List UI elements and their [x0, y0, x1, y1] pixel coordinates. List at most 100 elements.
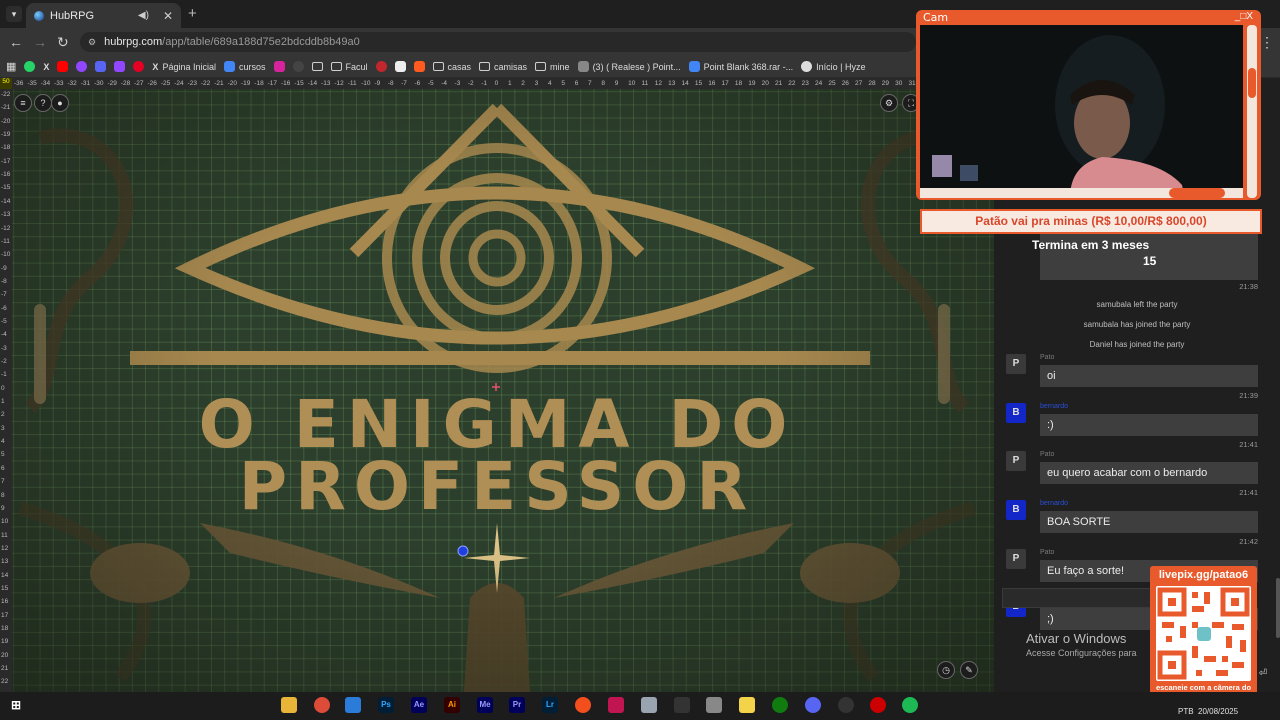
notion-icon[interactable]: [394, 61, 406, 72]
bookmark-red-icon[interactable]: [375, 61, 387, 72]
ruler-top-tick: 7: [588, 80, 592, 87]
edit-icon[interactable]: ✎: [960, 661, 978, 679]
twitch-icon[interactable]: [114, 61, 126, 72]
xbox-icon[interactable]: [772, 697, 788, 713]
discord-taskbar-icon[interactable]: [805, 697, 821, 713]
after-effects-icon[interactable]: Ae: [411, 697, 427, 713]
ruler-top-tick: 15: [694, 80, 703, 87]
address-bar[interactable]: ⚙ hubrpg.com/app/table/689a188d75e2bdcdd…: [80, 32, 916, 52]
donation-goal-banner: Patão vai pra minas (R$ 10,00/R$ 800,00): [920, 209, 1262, 234]
ruler-left-tick: -7: [1, 291, 7, 299]
browser-menu-icon[interactable]: ⋮: [1260, 34, 1274, 51]
ruler-top-tick: -1: [481, 80, 488, 87]
whatsapp-icon[interactable]: [24, 61, 36, 72]
ruler-left-tick: -20: [1, 117, 11, 125]
tab-audio-icon[interactable]: ◀): [138, 10, 149, 21]
bookmark-hyze[interactable]: Início | Hyze: [801, 61, 866, 72]
new-tab-button[interactable]: +: [188, 5, 197, 22]
menu-icon[interactable]: ≡: [14, 94, 32, 112]
lightroom-icon[interactable]: Lr: [542, 697, 558, 713]
browser-tab[interactable]: HubRPG ◀) ✕: [26, 3, 181, 28]
hubrpg-favicon-icon: [34, 10, 44, 21]
apps-grid-icon[interactable]: ▦: [6, 60, 16, 73]
cam-hscroll-thumb[interactable]: [1169, 188, 1225, 198]
calculator-icon[interactable]: [641, 697, 657, 713]
instagram-icon[interactable]: [273, 61, 285, 72]
record-icon[interactable]: ●: [51, 94, 69, 112]
avatar[interactable]: P: [1006, 354, 1026, 374]
site-info-icon[interactable]: ⚙: [88, 37, 96, 48]
livepix-url: livepix.gg/patao6: [1158, 569, 1249, 581]
ruler-corner: 50: [0, 78, 12, 89]
bookmark-mine[interactable]: mine: [535, 62, 570, 72]
help-icon[interactable]: ?: [34, 94, 52, 112]
bookmark-facul[interactable]: Facul: [330, 62, 368, 72]
ruler-top-tick: 22: [788, 80, 796, 87]
avatar[interactable]: P: [1006, 451, 1026, 471]
pinterest-icon[interactable]: [133, 61, 145, 72]
ruler-top: -36 -35 -34 -33 -32 -31 -30 -29 -28 -27 -26 -25 -24-…: [0, 78, 994, 89]
avatar[interactable]: B: [1006, 500, 1026, 520]
send-icon[interactable]: ⏎: [1256, 668, 1270, 682]
language-indicator[interactable]: PTB: [1178, 707, 1194, 716]
ruler-top-tick: -34: [40, 80, 51, 87]
chat-scrollbar[interactable]: [1276, 578, 1280, 638]
cam-scrollbar[interactable]: [1247, 25, 1257, 198]
game-map[interactable]: O ENIGMA DO PROFESSOR -36 -35 -34 -33 -32 -31…: [0, 78, 994, 692]
back-icon[interactable]: ←: [9, 34, 23, 50]
vscode-icon[interactable]: [345, 697, 361, 713]
bookmark-camisas[interactable]: camisas: [479, 62, 527, 72]
ruler-top-tick: -15: [294, 80, 304, 87]
media-encoder-icon[interactable]: Me: [477, 697, 493, 713]
close-tab-icon[interactable]: ✕: [163, 9, 173, 23]
ruler-left-tick: 12: [1, 544, 9, 552]
terminal-icon[interactable]: [674, 697, 690, 713]
bookmark-point-blank[interactable]: Point Blank 368.rar -...: [688, 61, 793, 72]
spotify-icon[interactable]: [902, 697, 918, 713]
ruler-left-tick: 19: [1, 638, 9, 646]
record-app-icon[interactable]: [870, 697, 886, 713]
bookmark-pagina-inicial[interactable]: X Página Inicial: [152, 62, 216, 72]
cam-scroll-thumb[interactable]: [1248, 68, 1256, 98]
system-date[interactable]: 20/08/2025: [1198, 707, 1238, 716]
ruler-top-tick: -19: [240, 80, 251, 87]
ruler-left-tick: 2: [1, 411, 5, 419]
ruler-left-tick: 4: [1, 438, 5, 446]
extension-icon[interactable]: [76, 61, 88, 72]
folder-icon[interactable]: [311, 62, 323, 71]
premiere-icon[interactable]: Pr: [509, 697, 525, 713]
sticky-notes-icon[interactable]: [739, 697, 755, 713]
obs-icon[interactable]: [838, 697, 854, 713]
ruler-left-tick: 18: [1, 625, 9, 632]
avatar[interactable]: B: [1006, 403, 1026, 423]
app-icon[interactable]: [706, 697, 722, 713]
bookmark-cursos[interactable]: cursos: [223, 61, 266, 72]
cam-overlay[interactable]: Cam _□X: [916, 10, 1261, 200]
avatar[interactable]: P: [1006, 549, 1026, 569]
chrome-icon[interactable]: [314, 697, 330, 713]
illustrator-icon[interactable]: Ai: [444, 697, 460, 713]
figma-icon[interactable]: [575, 697, 591, 713]
app-icon[interactable]: [608, 697, 624, 713]
github-icon[interactable]: [292, 61, 304, 72]
youtube-icon[interactable]: [57, 61, 69, 72]
ruler-top-tick: 18: [734, 80, 743, 87]
x-icon[interactable]: X: [43, 62, 49, 72]
ruler-left-tick: 20: [1, 651, 9, 659]
windows-start-icon[interactable]: ⊞: [8, 697, 24, 713]
photoshop-icon[interactable]: Ps: [378, 697, 394, 713]
ruler-top-tick: -17: [267, 80, 278, 87]
file-explorer-icon[interactable]: [281, 697, 297, 713]
reload-icon[interactable]: ↻: [57, 34, 69, 51]
ruler-top-tick: -26: [147, 80, 157, 87]
bookmark-realese[interactable]: (3) ( Realese ) Point...: [577, 61, 681, 72]
bookmark-orange-icon[interactable]: [413, 61, 425, 72]
discord-icon[interactable]: [95, 61, 107, 72]
bookmark-casas[interactable]: casas: [432, 62, 471, 72]
forward-icon[interactable]: →: [33, 34, 47, 50]
tab-search-icon[interactable]: ▾: [6, 6, 22, 22]
ruler-top-tick: 28: [868, 80, 876, 87]
cam-window-controls[interactable]: _□X: [1235, 11, 1253, 22]
history-icon[interactable]: ◷: [937, 661, 955, 679]
settings-icon[interactable]: ⚙: [880, 94, 898, 112]
